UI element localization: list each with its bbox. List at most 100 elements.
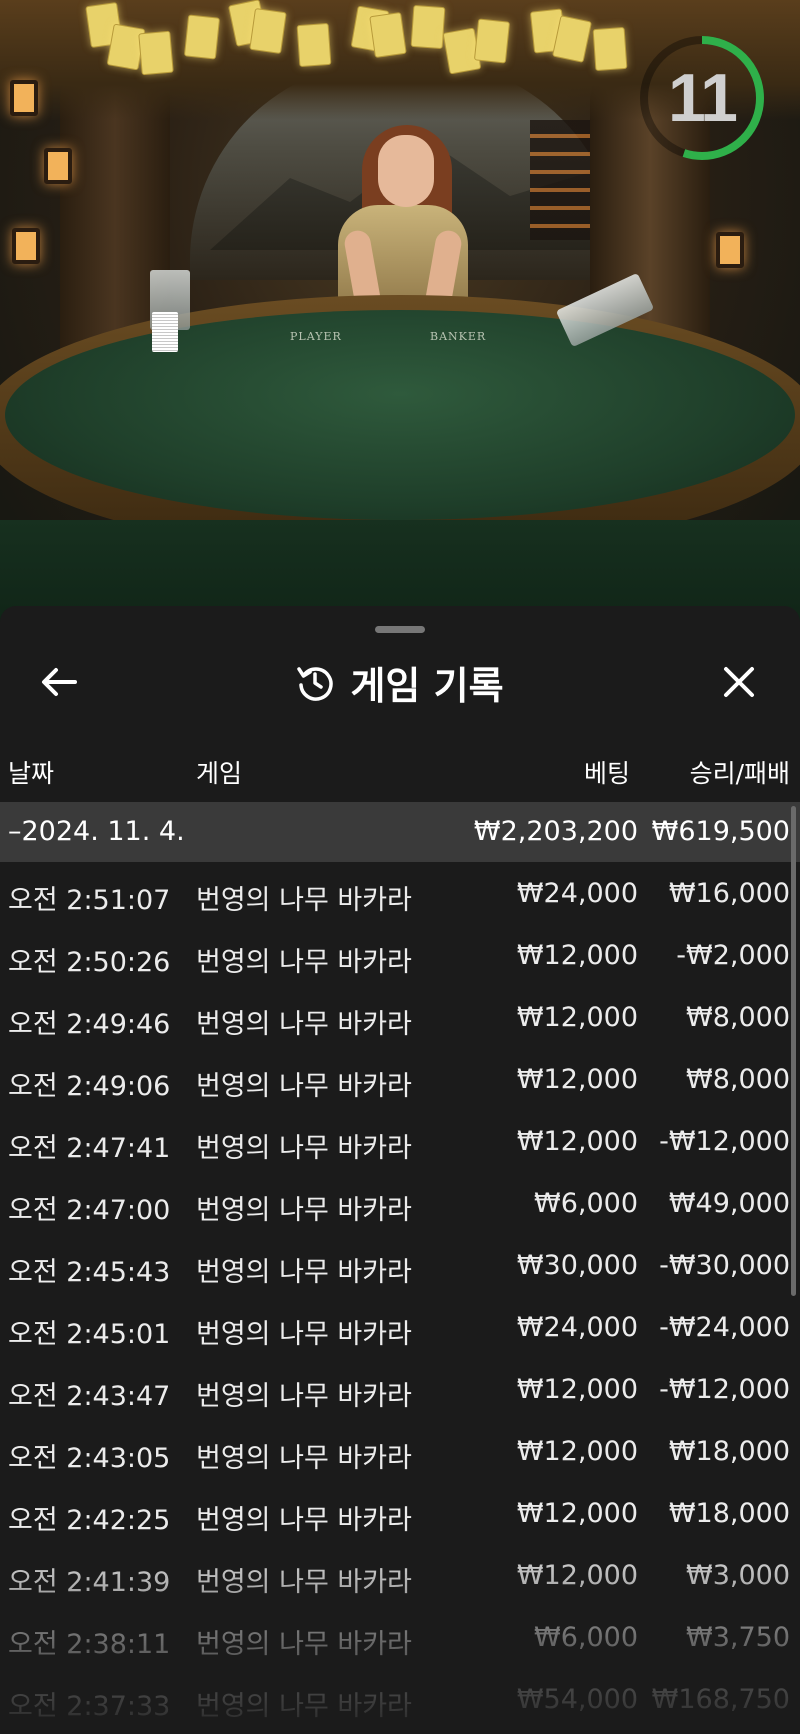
history-column-header: 날짜 게임 베팅 승리/패배: [0, 746, 800, 796]
row-result: ₩8,000: [686, 1002, 790, 1033]
history-scrollbar[interactable]: [791, 806, 796, 1296]
row-time: 오전 2:37:33: [8, 1691, 171, 1722]
row-time: 오전 2:43:05: [8, 1443, 171, 1474]
timer-seconds: 11: [668, 60, 738, 136]
hanging-card: [369, 11, 407, 59]
back-button[interactable]: [24, 652, 94, 712]
table-row[interactable]: 오전 2:43:05 번영의 나무 바카라 ₩12,000 ₩18,000: [0, 1422, 800, 1484]
row-result: ₩18,000: [668, 1436, 790, 1467]
row-game-name: 번영의 나무 바카라: [196, 885, 412, 916]
hanging-card: [473, 18, 511, 64]
row-time: 오전 2:47:00: [8, 1195, 171, 1226]
round-timer: 11: [634, 30, 770, 166]
hanging-card: [183, 14, 221, 60]
row-time: 오전 2:42:25: [8, 1505, 171, 1536]
hanging-card: [249, 7, 287, 55]
row-time: 오전 2:38:11: [8, 1629, 171, 1660]
row-game-name: 번영의 나무 바카라: [196, 1195, 412, 1226]
row-game-name: 번영의 나무 바카라: [196, 1567, 412, 1598]
row-game-name: 번영의 나무 바카라: [196, 1691, 412, 1722]
row-bet: ₩12,000: [516, 1374, 638, 1405]
row-result: ₩16,000: [668, 878, 790, 909]
row-bet: ₩12,000: [516, 940, 638, 971]
row-time: 오전 2:45:43: [8, 1257, 171, 1288]
hanging-card: [296, 22, 332, 68]
column-bet: 베팅: [583, 759, 630, 788]
row-result: -₩12,000: [659, 1126, 790, 1157]
table-row[interactable]: 오전 2:42:25 번영의 나무 바카라 ₩12,000 ₩18,000: [0, 1484, 800, 1546]
row-bet: ₩12,000: [516, 1560, 638, 1591]
game-history-sheet: 게임 기록 날짜 게임 베팅 승리/패배 –2024. 11. 4. ₩2,20…: [0, 606, 800, 1734]
row-bet: ₩12,000: [516, 1064, 638, 1095]
arrow-left-icon: [42, 668, 77, 696]
table-row[interactable]: 오전 2:51:07 번영의 나무 바카라 ₩24,000 ₩16,000: [0, 864, 800, 926]
row-bet: ₩24,000: [516, 1312, 638, 1343]
sheet-title: 게임 기록: [350, 663, 504, 708]
row-game-name: 번영의 나무 바카라: [196, 1133, 412, 1164]
row-bet: ₩24,000: [516, 878, 638, 909]
column-game: 게임: [196, 759, 243, 788]
lantern: [44, 148, 72, 184]
row-result: -₩24,000: [659, 1312, 790, 1343]
row-time: 오전 2:49:46: [8, 1009, 171, 1040]
hanging-card: [592, 26, 628, 72]
row-bet: ₩12,000: [516, 1436, 638, 1467]
table-row[interactable]: 오전 2:38:11 번영의 나무 바카라 ₩6,000 ₩3,750: [0, 1608, 800, 1670]
history-icon: [297, 667, 334, 701]
column-date: 날짜: [8, 759, 55, 788]
row-time: 오전 2:41:39: [8, 1567, 171, 1598]
live-video-stage: PLAYER BANKER 11: [0, 0, 800, 640]
lantern: [716, 232, 744, 268]
row-game-name: 번영의 나무 바카라: [196, 1629, 412, 1660]
row-game-name: 번영의 나무 바카라: [196, 1505, 412, 1536]
card-deck: [152, 312, 178, 352]
row-game-name: 번영의 나무 바카라: [196, 947, 412, 978]
table-felt: [5, 310, 795, 520]
table-row[interactable]: 오전 2:47:00 번영의 나무 바카라 ₩6,000 ₩49,000: [0, 1174, 800, 1236]
hanging-card: [410, 4, 446, 50]
felt-label-player: PLAYER: [290, 330, 342, 343]
lantern: [12, 228, 40, 264]
table-row[interactable]: 오전 2:41:39 번영의 나무 바카라 ₩12,000 ₩3,000: [0, 1546, 800, 1608]
row-bet: ₩12,000: [516, 1002, 638, 1033]
felt-label-banker: BANKER: [430, 330, 487, 343]
row-result: -₩12,000: [659, 1374, 790, 1405]
row-bet: ₩6,000: [534, 1622, 638, 1653]
row-result: -₩2,000: [676, 940, 790, 971]
column-result: 승리/패배: [689, 759, 790, 788]
row-game-name: 번영의 나무 바카라: [196, 1319, 412, 1350]
row-time: 오전 2:43:47: [8, 1381, 171, 1412]
table-row[interactable]: 오전 2:47:41 번영의 나무 바카라 ₩12,000 -₩12,000: [0, 1112, 800, 1174]
row-bet: ₩6,000: [534, 1188, 638, 1219]
sheet-drag-handle[interactable]: [375, 626, 425, 633]
table-row[interactable]: 오전 2:37:33 번영의 나무 바카라 ₩54,000 ₩168,750: [0, 1670, 800, 1732]
table-row[interactable]: 오전 2:45:01 번영의 나무 바카라 ₩24,000 -₩24,000: [0, 1298, 800, 1360]
group-date: –2024. 11. 4.: [8, 816, 185, 847]
row-game-name: 번영의 나무 바카라: [196, 1381, 412, 1412]
row-result: ₩18,000: [668, 1498, 790, 1529]
table-row[interactable]: 오전 2:50:26 번영의 나무 바카라 ₩12,000 -₩2,000: [0, 926, 800, 988]
row-game-name: 번영의 나무 바카라: [196, 1009, 412, 1040]
table-row[interactable]: 오전 2:43:47 번영의 나무 바카라 ₩12,000 -₩12,000: [0, 1360, 800, 1422]
table-row[interactable]: 오전 2:49:46 번영의 나무 바카라 ₩12,000 ₩8,000: [0, 988, 800, 1050]
lantern: [10, 80, 38, 116]
row-bet: ₩12,000: [516, 1498, 638, 1529]
row-time: 오전 2:51:07: [8, 885, 171, 916]
sheet-title-group: 게임 기록: [0, 640, 800, 724]
date-group-row[interactable]: –2024. 11. 4. ₩2,203,200 ₩619,500: [0, 802, 800, 862]
row-bet: ₩30,000: [516, 1250, 638, 1281]
row-bet: ₩12,000: [516, 1126, 638, 1157]
table-row[interactable]: 오전 2:49:06 번영의 나무 바카라 ₩12,000 ₩8,000: [0, 1050, 800, 1112]
table-row[interactable]: 오전 2:45:43 번영의 나무 바카라 ₩30,000 -₩30,000: [0, 1236, 800, 1298]
row-result: ₩49,000: [668, 1188, 790, 1219]
row-time: 오전 2:50:26: [8, 947, 171, 978]
row-result: ₩168,750: [651, 1684, 790, 1715]
row-bet: ₩54,000: [516, 1684, 638, 1715]
group-bet-total: ₩2,203,200: [473, 816, 638, 847]
row-game-name: 번영의 나무 바카라: [196, 1443, 412, 1474]
row-time: 오전 2:49:06: [8, 1071, 171, 1102]
row-time: 오전 2:47:41: [8, 1133, 171, 1164]
history-table-body[interactable]: –2024. 11. 4. ₩2,203,200 ₩619,500 오전 2:5…: [0, 796, 800, 1734]
dealer-face: [378, 135, 434, 207]
close-button[interactable]: [704, 652, 774, 712]
